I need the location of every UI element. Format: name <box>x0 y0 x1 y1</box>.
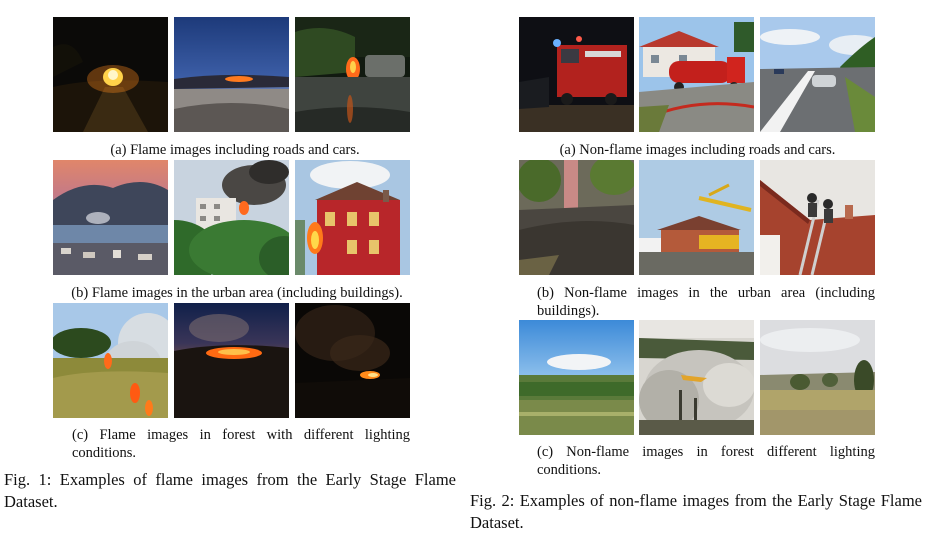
fig1-row-a-caption: (a) Flame images including roads and car… <box>110 142 360 158</box>
fig2-caption: Fig. 2: Examples of non-flame images fro… <box>470 491 922 532</box>
nonflame-photo-fire-truck-night <box>519 17 634 132</box>
flame-photo-night-forest-fire <box>295 303 410 418</box>
nonflame-photo-burnt-grass-slope <box>519 160 634 275</box>
fig2-row-c-caption: (c) Non-flame images in forest different… <box>537 444 875 478</box>
nonflame-photo-hazy-field-trees <box>760 320 875 435</box>
flame-photo-red-house-fire <box>295 160 410 275</box>
fig2-row-b-caption: (b) Non-flame images in the urban area (… <box>537 285 875 319</box>
flame-photo-dashboard-dusk-fire <box>174 17 289 132</box>
flame-photo-night-road-car-fire <box>53 17 168 132</box>
flame-photo-city-mountain-smoke <box>53 160 168 275</box>
flame-photo-grass-fire-day <box>53 303 168 418</box>
fig1-row-c-caption: (c) Flame images in forest with differen… <box>72 427 410 461</box>
fig1-caption: Fig. 1: Examples of flame images from th… <box>4 470 456 511</box>
nonflame-photo-smoke-aircraft-forest <box>639 320 754 435</box>
nonflame-photo-firefighters-roof-ladder <box>760 160 875 275</box>
fig2-row-a-caption: (a) Non-flame images including roads and… <box>559 142 836 158</box>
nonflame-photo-field-clouds <box>519 320 634 435</box>
nonflame-photo-crane-building <box>639 160 754 275</box>
flame-photo-burning-car-street <box>295 17 410 132</box>
nonflame-photo-tanker-truck-house <box>639 17 754 132</box>
nonflame-photo-highway-cars <box>760 17 875 132</box>
flame-photo-building-fire-smoke <box>174 160 289 275</box>
flame-photo-hillside-fire-dusk <box>174 303 289 418</box>
fig1-row-b-caption: (b) Flame images in the urban area (incl… <box>71 285 403 301</box>
